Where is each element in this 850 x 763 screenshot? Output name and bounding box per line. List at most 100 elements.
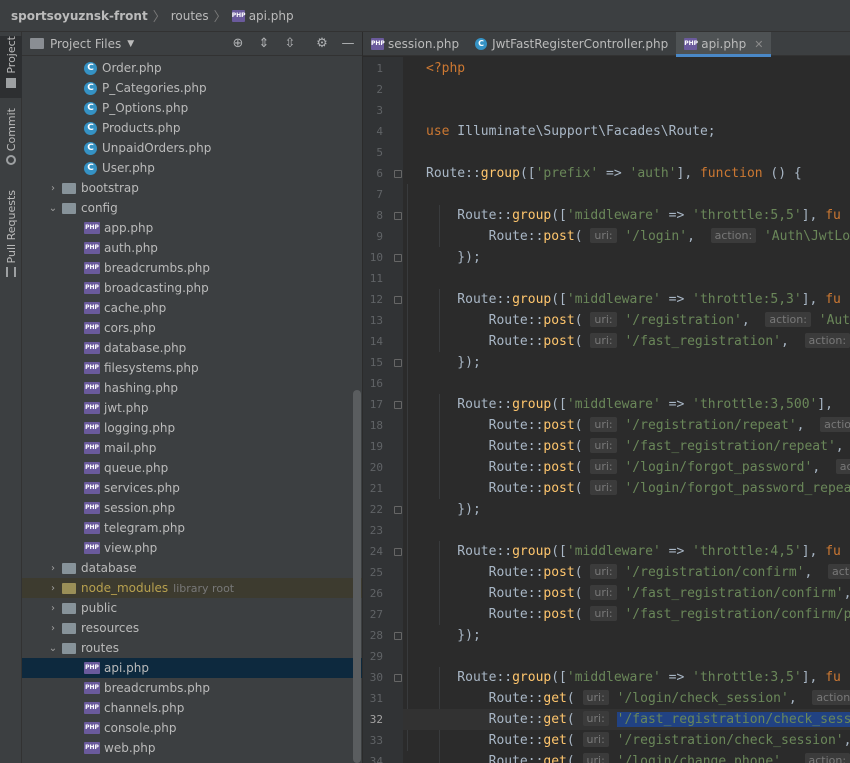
tree-file-item[interactable]: PHP view.php [22, 538, 362, 558]
project-tool-tab[interactable]: Project [0, 36, 22, 98]
tree-file-item[interactable]: C UnpaidOrders.php [22, 138, 362, 158]
chevron-right-icon[interactable]: › [46, 603, 60, 614]
expand-all-icon[interactable]: ⇕ [256, 36, 272, 52]
tree-item-label: Products.php [102, 121, 181, 135]
tree-folder-item[interactable]: › database [22, 558, 362, 578]
code-line[interactable]: Route::get( uri: '/fast_registration/che… [426, 709, 850, 730]
tree-file-item[interactable]: PHP app.php [22, 218, 362, 238]
tree-file-item[interactable]: PHP channels.php [22, 698, 362, 718]
code-line[interactable]: Route::get( uri: '/registration/check_se… [426, 730, 850, 751]
chevron-down-icon[interactable]: ⌄ [46, 203, 60, 214]
code-line[interactable]: Route::post( uri: '/login', action: 'Aut… [426, 226, 850, 247]
code-line[interactable]: }); [426, 247, 481, 268]
fold-marker-icon[interactable] [394, 506, 402, 514]
code-line[interactable]: Route::post( uri: '/fast_registration/co… [426, 604, 850, 625]
tree-folder-item[interactable]: ⌄ config [22, 198, 362, 218]
tree-file-item[interactable]: PHP telegram.php [22, 518, 362, 538]
chevron-right-icon[interactable]: › [46, 183, 60, 194]
tree-file-item[interactable]: PHP mail.php [22, 438, 362, 458]
tree-file-item[interactable]: C Products.php [22, 118, 362, 138]
tree-folder-item[interactable]: › node_modules library root [22, 578, 362, 598]
fold-marker-icon[interactable] [394, 548, 402, 556]
tree-file-item[interactable]: PHP cors.php [22, 318, 362, 338]
tree-scrollbar[interactable] [353, 390, 361, 763]
code-line[interactable]: Route::group(['middleware' => 'throttle:… [426, 541, 841, 562]
chevron-right-icon[interactable]: › [46, 583, 60, 594]
code-line[interactable]: }); [426, 625, 481, 646]
chevron-right-icon[interactable]: › [46, 563, 60, 574]
fold-marker-icon[interactable] [394, 632, 402, 640]
close-icon[interactable]: ✕ [754, 38, 763, 51]
code-line[interactable]: }); [426, 352, 481, 373]
tree-file-item[interactable]: C P_Options.php [22, 98, 362, 118]
code-line[interactable]: Route::post( uri: '/registration/confirm… [426, 562, 850, 583]
tree-file-item[interactable]: PHP breadcrumbs.php [22, 258, 362, 278]
fold-marker-icon[interactable] [394, 359, 402, 367]
code-line[interactable]: <?php [426, 58, 465, 79]
breadcrumb-file[interactable]: api.php [249, 9, 294, 23]
code-line[interactable]: Route::group(['prefix' => 'auth'], funct… [426, 163, 802, 184]
tree-folder-item[interactable]: ⌄ routes [22, 638, 362, 658]
code-area[interactable]: <?php use Illuminate\Support\Facades\Rout… [403, 57, 850, 763]
tree-file-item[interactable]: PHP web.php [22, 738, 362, 758]
code-line[interactable]: Route::get( uri: '/login/check_session',… [426, 688, 850, 709]
code-line[interactable]: Route::post( uri: '/registration', actio… [426, 310, 850, 331]
tree-file-item[interactable]: PHP jwt.php [22, 398, 362, 418]
tree-file-item[interactable]: PHP services.php [22, 478, 362, 498]
code-line[interactable]: use Illuminate\Support\Facades\Route; [426, 121, 716, 142]
code-line[interactable]: Route::post( uri: '/fast_registration/co… [426, 583, 850, 604]
minimize-icon[interactable]: — [340, 36, 356, 52]
tree-file-item[interactable]: PHP console.php [22, 718, 362, 738]
code-line[interactable]: Route::post( uri: '/login/forgot_passwor… [426, 478, 850, 499]
tree-file-item[interactable]: PHP queue.php [22, 458, 362, 478]
code-line[interactable]: }); [426, 499, 481, 520]
project-view-selector[interactable]: Project Files [50, 37, 121, 51]
fold-marker-icon[interactable] [394, 401, 402, 409]
tree-file-item[interactable]: PHP auth.php [22, 238, 362, 258]
editor-tab[interactable]: PHP session.php [363, 32, 467, 56]
chevron-down-icon[interactable]: ▼ [127, 39, 134, 49]
tree-folder-item[interactable]: › public [22, 598, 362, 618]
code-line[interactable]: Route::get( uri: '/login/change_phone', … [426, 751, 850, 763]
tree-file-item[interactable]: PHP filesystems.php [22, 358, 362, 378]
commit-tool-tab[interactable]: Commit [0, 108, 22, 172]
tree-file-item[interactable]: C P_Categories.php [22, 78, 362, 98]
fold-marker-icon[interactable] [394, 296, 402, 304]
tree-file-item[interactable]: PHP cache.php [22, 298, 362, 318]
code-line[interactable]: Route::group(['middleware' => 'throttle:… [426, 205, 841, 226]
tree-file-item[interactable]: PHP hashing.php [22, 378, 362, 398]
tree-file-item[interactable]: PHP logging.php [22, 418, 362, 438]
tree-item-label: broadcasting.php [104, 281, 209, 295]
code-line[interactable]: Route::group(['middleware' => 'throttle:… [426, 289, 841, 310]
code-line[interactable]: Route::post( uri: '/login/forgot_passwor… [426, 457, 850, 478]
chevron-down-icon[interactable]: ⌄ [46, 643, 60, 654]
code-line[interactable]: Route::group(['middleware' => 'throttle:… [426, 394, 833, 415]
fold-marker-icon[interactable] [394, 254, 402, 262]
gear-icon[interactable]: ⚙ [314, 36, 330, 52]
tree-file-item[interactable]: C User.php [22, 158, 362, 178]
tree-file-item[interactable]: PHP breadcrumbs.php [22, 678, 362, 698]
collapse-all-icon[interactable]: ⇳ [282, 36, 298, 52]
locate-icon[interactable]: ⊕ [230, 36, 246, 52]
tree-folder-item[interactable]: › resources [22, 618, 362, 638]
tree-file-item[interactable]: PHP session.php [22, 498, 362, 518]
tree-file-item[interactable]: PHP broadcasting.php [22, 278, 362, 298]
code-line[interactable]: Route::group(['middleware' => 'throttle:… [426, 667, 841, 688]
code-line[interactable]: Route::post( uri: '/fast_registration', … [426, 331, 850, 352]
fold-marker-icon[interactable] [394, 674, 402, 682]
tree-file-item[interactable]: C Order.php [22, 58, 362, 78]
editor-tab[interactable]: C JwtFastRegisterController.php [467, 32, 676, 56]
editor-tab[interactable]: PHP api.php ✕ [676, 32, 772, 57]
code-line[interactable]: Route::post( uri: '/fast_registration/re… [426, 436, 844, 457]
php-class-icon: C [84, 101, 97, 115]
tree-file-item[interactable]: PHP database.php [22, 338, 362, 358]
breadcrumb-project[interactable]: sportsoyuznsk-front [11, 9, 148, 23]
tree-file-item[interactable]: PHP api.php [22, 658, 362, 678]
pull-requests-tool-tab[interactable]: Pull Requests [0, 190, 22, 278]
code-line[interactable]: Route::post( uri: '/registration/repeat'… [426, 415, 850, 436]
chevron-right-icon[interactable]: › [46, 623, 60, 634]
fold-marker-icon[interactable] [394, 212, 402, 220]
fold-marker-icon[interactable] [394, 170, 402, 178]
breadcrumb-folder[interactable]: routes [171, 9, 209, 23]
tree-folder-item[interactable]: › bootstrap [22, 178, 362, 198]
